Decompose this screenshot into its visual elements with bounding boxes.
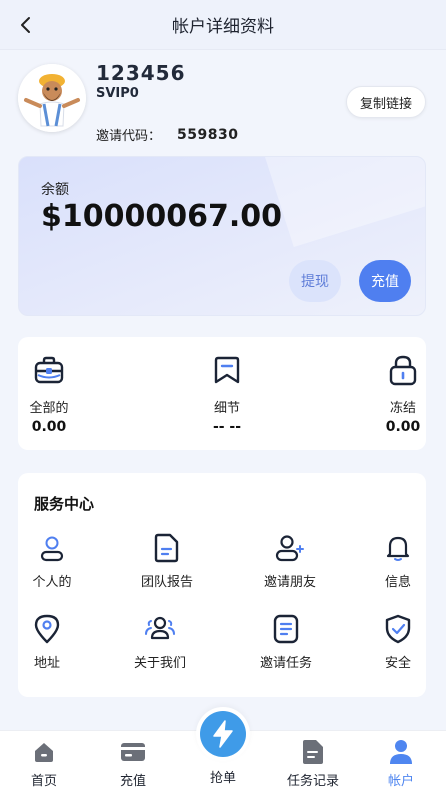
tab-task-records[interactable]: 任务记录 <box>273 739 353 789</box>
top-bar: 帐户详细资料 <box>0 0 446 50</box>
lock-icon <box>386 353 420 387</box>
home-icon <box>31 739 57 765</box>
invite-code-value: 559830 <box>177 126 239 143</box>
service-center: 服务中心 个人的 团队报告 邀请朋友 信息 地址 关于我们 邀请任务 安全 <box>18 473 426 697</box>
stat-total[interactable]: 全部的 0.00 <box>24 353 74 435</box>
grab-order-circle <box>200 711 246 757</box>
stat-total-value: 0.00 <box>31 419 67 435</box>
stat-frozen-value: 0.00 <box>385 419 421 435</box>
vip-level: SVIP0 <box>96 86 139 101</box>
record-icon <box>300 739 326 765</box>
service-messages[interactable]: 信息 <box>353 531 443 590</box>
document-icon <box>150 531 184 565</box>
task-list-icon <box>269 612 303 646</box>
shield-icon <box>381 612 415 646</box>
service-about-us[interactable]: 关于我们 <box>115 612 205 671</box>
service-center-title: 服务中心 <box>34 495 95 513</box>
service-team-report-label: 团队报告 <box>140 575 193 590</box>
tab-account[interactable]: 帐户 <box>361 739 441 789</box>
stat-total-label: 全部的 <box>29 401 69 416</box>
stats-card: 全部的 0.00 细节 -- -- 冻结 0.00 <box>18 337 426 450</box>
account-icon <box>388 739 414 765</box>
service-personal[interactable]: 个人的 <box>7 531 97 590</box>
service-messages-label: 信息 <box>384 575 411 590</box>
stat-details[interactable]: 细节 -- -- <box>202 353 252 435</box>
bookmark-icon <box>210 353 244 387</box>
add-user-icon <box>273 531 307 565</box>
tab-task-records-label: 任务记录 <box>286 774 339 789</box>
invite-code-row: 邀请代码： 559830 <box>96 125 239 145</box>
service-invite-task[interactable]: 邀请任务 <box>241 612 331 671</box>
balance-label: 余额 <box>41 182 69 198</box>
group-icon <box>143 612 177 646</box>
stat-frozen[interactable]: 冻结 0.00 <box>378 353 428 435</box>
service-about-us-label: 关于我们 <box>133 656 186 671</box>
stat-details-label: 细节 <box>213 401 240 416</box>
username: 123456 <box>96 61 186 85</box>
avatar[interactable] <box>18 64 86 132</box>
service-invite-task-label: 邀请任务 <box>259 656 312 671</box>
copy-link-button[interactable]: 复制链接 <box>346 86 426 118</box>
grab-order-button[interactable] <box>196 707 250 761</box>
lightning-icon <box>213 720 233 748</box>
tab-deposit[interactable]: 充值 <box>93 739 173 789</box>
service-personal-label: 个人的 <box>32 575 72 590</box>
service-invite-friends[interactable]: 邀请朋友 <box>245 531 335 590</box>
card-icon <box>120 739 146 765</box>
stat-frozen-label: 冻结 <box>389 401 416 416</box>
service-address[interactable]: 地址 <box>2 612 92 671</box>
service-security-label: 安全 <box>384 656 411 671</box>
service-address-label: 地址 <box>33 656 60 671</box>
back-button[interactable] <box>14 13 38 37</box>
chevron-left-icon <box>21 17 30 33</box>
bell-icon <box>381 531 415 565</box>
balance-amount: $10000067.00 <box>41 199 283 234</box>
stat-details-value: -- -- <box>212 419 242 435</box>
location-pin-icon <box>30 612 64 646</box>
user-icon <box>35 531 69 565</box>
service-team-report[interactable]: 团队报告 <box>122 531 212 590</box>
tab-home[interactable]: 首页 <box>4 739 84 789</box>
profile-section: 123456 SVIP0 邀请代码： 559830 复制链接 <box>0 50 446 155</box>
tab-account-label: 帐户 <box>387 774 414 789</box>
tab-grab-order-label[interactable]: 抢单 <box>196 767 250 786</box>
service-security[interactable]: 安全 <box>353 612 443 671</box>
card-decoration <box>265 157 425 247</box>
tab-deposit-label: 充值 <box>119 774 146 789</box>
deposit-button[interactable]: 充值 <box>359 260 411 302</box>
invite-code-label: 邀请代码： <box>96 129 162 144</box>
briefcase-icon <box>32 353 66 387</box>
balance-card: 余额 $10000067.00 提现 充值 <box>18 156 426 316</box>
service-invite-friends-label: 邀请朋友 <box>263 575 316 590</box>
tab-home-label: 首页 <box>30 774 57 789</box>
page-title: 帐户详细资料 <box>172 17 274 37</box>
withdraw-button[interactable]: 提现 <box>289 260 341 302</box>
